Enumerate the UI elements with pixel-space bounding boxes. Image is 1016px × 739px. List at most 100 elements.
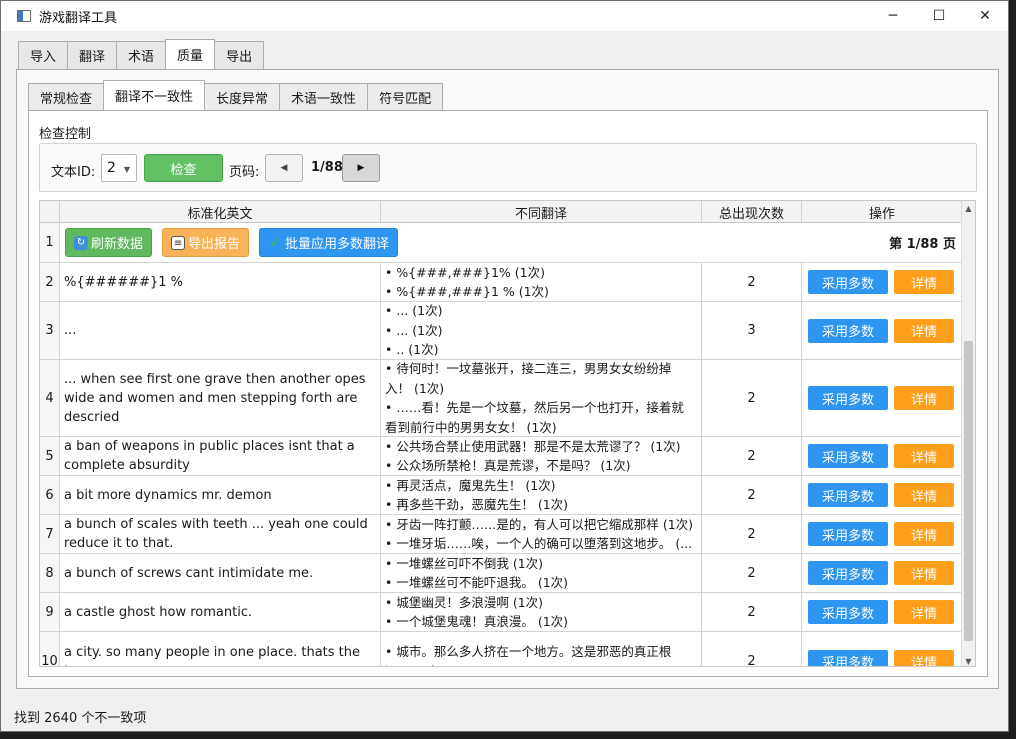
table-row[interactable]: 4... when see first one grave then anoth… bbox=[40, 360, 962, 437]
refresh-data-button[interactable]: ↻ 刷新数据 bbox=[65, 228, 153, 257]
row-index: 8 bbox=[40, 554, 60, 592]
detail-button[interactable]: 详情 bbox=[894, 600, 954, 624]
tab-quality[interactable]: 质量 bbox=[165, 39, 216, 69]
header-normalized-english[interactable]: 标准化英文 bbox=[60, 201, 381, 223]
sub-tabs: 常规检查 翻译不一致性 长度异常 术语一致性 符号匹配 bbox=[28, 80, 444, 110]
adopt-majority-button[interactable]: 采用多数 bbox=[808, 483, 888, 507]
detail-button[interactable]: 详情 bbox=[894, 649, 954, 666]
header-actions[interactable]: 操作 bbox=[802, 201, 962, 223]
table-row[interactable]: 10 a city. so many people in one place. t… bbox=[40, 632, 962, 666]
chevron-down-icon: ▼ bbox=[123, 165, 130, 174]
detail-button[interactable]: 详情 bbox=[894, 444, 954, 468]
translations-cell: • 牙齿一阵打颤……是的，有人可以把它缩成那样 (1次) • 一堆牙垢……唉，一个… bbox=[381, 515, 702, 553]
normalized-english-cell: a bit more dynamics mr. demon bbox=[60, 476, 381, 514]
translation-line: • 公共场合禁止使用武器！那是不是太荒谬了？ (1次) bbox=[385, 438, 681, 454]
next-page-button[interactable]: ▶ bbox=[342, 154, 380, 182]
translation-line: • 待何时！一坟墓张开，接二连三，男男女女纷纷掉 bbox=[385, 361, 672, 376]
title-bar: 游戏翻译工具 ─ ☐ ✕ bbox=[1, 1, 1008, 31]
row-index: 3 bbox=[40, 302, 60, 359]
normalized-english-text: ... when see first one grave then anothe… bbox=[64, 371, 366, 425]
translation-line: • 一堆牙垢……唉，一个人的确可以堕落到这地步。 (... bbox=[385, 536, 693, 551]
check-button[interactable]: 检查 bbox=[144, 154, 223, 182]
batch-apply-button[interactable]: ✓ 批量应用多数翻译 bbox=[259, 228, 399, 257]
translation-line: • ... (1次) bbox=[385, 322, 443, 338]
adopt-majority-button[interactable]: 采用多数 bbox=[808, 386, 888, 410]
scroll-down-icon[interactable]: ▼ bbox=[962, 654, 975, 666]
scroll-up-icon[interactable]: ▲ bbox=[962, 201, 975, 215]
detail-button[interactable]: 详情 bbox=[894, 483, 954, 507]
minimize-button[interactable]: ─ bbox=[870, 1, 916, 31]
tab-import[interactable]: 导入 bbox=[18, 41, 69, 69]
adopt-majority-button[interactable]: 采用多数 bbox=[808, 600, 888, 624]
refresh-icon: ↻ bbox=[74, 235, 88, 250]
normalized-english-text: a castle ghost how romantic. bbox=[64, 604, 253, 620]
translation-line: 入！ (1次) bbox=[385, 380, 445, 396]
subtab-general-check[interactable]: 常规检查 bbox=[28, 83, 105, 110]
prev-page-button[interactable]: ◀ bbox=[265, 154, 303, 182]
translation-line: • .. (1次) bbox=[385, 342, 439, 358]
normalized-english-cell: a castle ghost how romantic. bbox=[60, 593, 381, 631]
tab-export[interactable]: 导出 bbox=[214, 41, 265, 69]
translation-line: • 城市。那么多人挤在一个地方。这是邪恶的真正根 bbox=[385, 644, 672, 659]
table-row[interactable]: 5a ban of weapons in public places isnt … bbox=[40, 437, 962, 476]
subtab-inconsistency[interactable]: 翻译不一致性 bbox=[103, 80, 206, 110]
table-row[interactable]: 3... • ... (1次) • ... (1次) • .. (1次) 3 采用多数 详情 bbox=[40, 302, 962, 360]
window-title: 游戏翻译工具 bbox=[39, 10, 118, 26]
header-translations[interactable]: 不同翻译 bbox=[381, 201, 702, 223]
detail-button[interactable]: 详情 bbox=[894, 386, 954, 410]
header-count[interactable]: 总出现次数 bbox=[702, 201, 802, 223]
actions-cell: 采用多数 详情 bbox=[802, 263, 962, 301]
export-label: 导出报告 bbox=[188, 237, 241, 252]
adopt-majority-button[interactable]: 采用多数 bbox=[808, 522, 888, 546]
normalized-english-cell: ... when see first one grave then anothe… bbox=[60, 360, 381, 436]
text-id-select[interactable]: 2 ▼ bbox=[101, 154, 137, 182]
translations-cell: • 再灵活点，魔鬼先生！ (1次) • 再多些干劲，恶魔先生！ (1次) bbox=[381, 476, 702, 514]
adopt-majority-button[interactable]: 采用多数 bbox=[808, 318, 888, 343]
subtab-symbol-match[interactable]: 符号匹配 bbox=[367, 83, 444, 110]
page-label: 页码: bbox=[229, 165, 260, 180]
vertical-scrollbar[interactable]: ▲ ▼ bbox=[961, 201, 975, 666]
adopt-majority-button[interactable]: 采用多数 bbox=[808, 561, 888, 585]
page-number: 1/88 bbox=[311, 160, 343, 175]
detail-button[interactable]: 详情 bbox=[894, 318, 954, 343]
table-row[interactable]: 9a castle ghost how romantic. • 城堡幽灵！多浪漫啊… bbox=[40, 593, 962, 632]
tab-terminology[interactable]: 术语 bbox=[116, 41, 167, 69]
detail-button[interactable]: 详情 bbox=[894, 522, 954, 546]
count-cell: 2 bbox=[702, 515, 802, 553]
count-cell: 2 bbox=[702, 476, 802, 514]
app-icon bbox=[17, 10, 31, 22]
translations-cell: • 一堆螺丝可吓不倒我 (1次) • 一堆螺丝可不能吓退我。 (1次) bbox=[381, 554, 702, 592]
normalized-english-text: a bit more dynamics mr. demon bbox=[64, 487, 272, 503]
text-id-label: 文本ID: bbox=[51, 165, 96, 180]
table-row[interactable]: 2 %{######}1 % • %{###,###}1% (1次) • %{###,… bbox=[40, 263, 962, 302]
translation-line: • ……看！先是一个坟墓，然后另一个也打开，接着就 bbox=[385, 400, 684, 415]
tab-translate[interactable]: 翻译 bbox=[67, 41, 118, 69]
subtab-length[interactable]: 长度异常 bbox=[204, 83, 281, 110]
maximize-button[interactable]: ☐ bbox=[916, 1, 962, 31]
normalized-english-text: a bunch of scales with teeth ... yeah on… bbox=[64, 517, 368, 551]
table-row[interactable]: 8a bunch of screws cant intimidate me. • … bbox=[40, 554, 962, 593]
row-index: 2 bbox=[40, 263, 60, 301]
table-row[interactable]: 7a bunch of scales with teeth ... yeah o… bbox=[40, 515, 962, 554]
detail-button[interactable]: 详情 bbox=[894, 561, 954, 585]
normalized-english-cell: a bunch of scales with teeth ... yeah on… bbox=[60, 515, 381, 553]
adopt-majority-button[interactable]: 采用多数 bbox=[808, 270, 888, 294]
count-cell: 2 bbox=[702, 263, 802, 301]
detail-button[interactable]: 详情 bbox=[894, 270, 954, 294]
adopt-majority-button[interactable]: 采用多数 bbox=[808, 649, 888, 666]
actions-cell: 采用多数 详情 bbox=[802, 437, 962, 475]
count-cell: 2 bbox=[702, 593, 802, 631]
close-button[interactable]: ✕ bbox=[962, 1, 1008, 31]
translation-line: • 再多些干劲，恶魔先生！ (1次) bbox=[385, 497, 569, 512]
normalized-english-cell: a city. so many people in one place. tha… bbox=[60, 632, 381, 666]
table-row[interactable]: 6a bit more dynamics mr. demon • 再灵活点，魔鬼先… bbox=[40, 476, 962, 515]
translation-line: • 公众场所禁枪！真是荒谬，不是吗？ (1次) bbox=[385, 458, 631, 473]
actions-cell: 采用多数 详情 bbox=[802, 476, 962, 514]
text-id-value: 2 bbox=[107, 160, 116, 176]
export-report-button[interactable]: ≡ 导出报告 bbox=[162, 228, 250, 257]
adopt-majority-button[interactable]: 采用多数 bbox=[808, 444, 888, 468]
subtab-term-consistency[interactable]: 术语一致性 bbox=[279, 83, 369, 110]
scroll-thumb[interactable] bbox=[964, 341, 973, 641]
normalized-english-text: a bunch of screws cant intimidate me. bbox=[64, 565, 314, 581]
count-cell: 2 bbox=[702, 437, 802, 475]
